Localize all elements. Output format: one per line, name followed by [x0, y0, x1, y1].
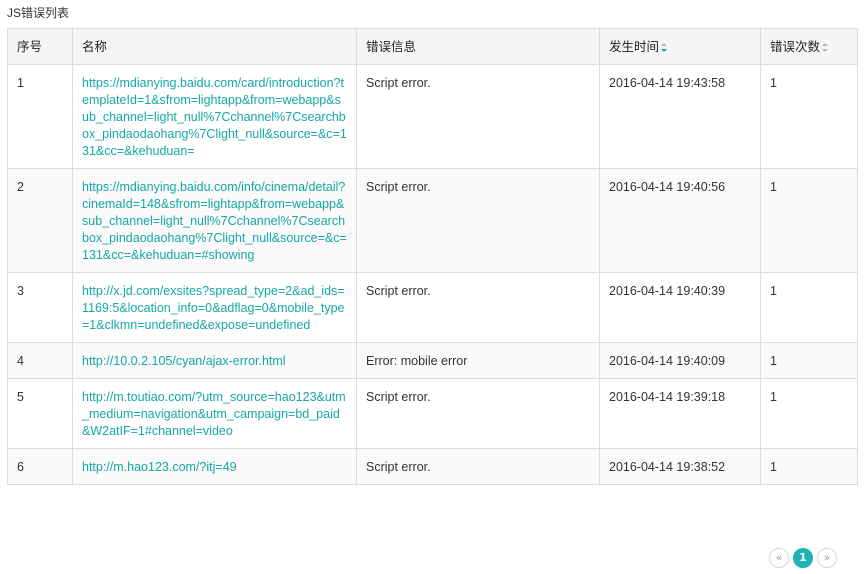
row-message: Script error. — [356, 64, 600, 169]
column-header-name: 名称 — [72, 28, 357, 65]
row-time: 2016-04-14 19:40:56 — [599, 168, 761, 273]
row-index: 4 — [7, 342, 73, 379]
row-count: 1 — [760, 272, 858, 343]
page: JS错误列表 序号 名称 错误信息 发生时间 错误次数 1 https://md… — [0, 0, 866, 574]
error-page-link[interactable]: http://m.toutiao.com/?utm_source=hao123&… — [82, 390, 346, 438]
row-time: 2016-04-14 19:43:58 — [599, 64, 761, 169]
row-message: Error: mobile error — [356, 342, 600, 379]
column-header-index: 序号 — [7, 28, 73, 65]
error-page-link[interactable]: http://m.hao123.com/?itj=49 — [82, 460, 237, 474]
row-message: Script error. — [356, 272, 600, 343]
error-page-link[interactable]: https://mdianying.baidu.com/info/cinema/… — [82, 180, 347, 262]
row-name-cell: http://10.0.2.105/cyan/ajax-error.html — [72, 342, 357, 379]
page-1-button[interactable]: 1 — [793, 548, 813, 568]
table-header-row: 序号 名称 错误信息 发生时间 错误次数 — [7, 28, 858, 65]
error-page-link[interactable]: http://10.0.2.105/cyan/ajax-error.html — [82, 354, 286, 368]
error-page-link[interactable]: http://x.jd.com/exsites?spread_type=2&ad… — [82, 284, 345, 332]
row-time: 2016-04-14 19:40:39 — [599, 272, 761, 343]
row-count: 1 — [760, 378, 858, 449]
prev-page-button[interactable]: « — [769, 548, 789, 568]
table-row: 3 http://x.jd.com/exsites?spread_type=2&… — [7, 272, 858, 343]
row-index: 3 — [7, 272, 73, 343]
row-message: Script error. — [356, 448, 600, 485]
pagination: « 1 » — [769, 548, 837, 568]
row-count: 1 — [760, 448, 858, 485]
sort-icon[interactable] — [661, 43, 668, 53]
table-row: 1 https://mdianying.baidu.com/card/intro… — [7, 64, 858, 169]
column-header-message: 错误信息 — [356, 28, 600, 65]
column-header-count[interactable]: 错误次数 — [760, 28, 858, 65]
row-count: 1 — [760, 64, 858, 169]
js-error-table: 序号 名称 错误信息 发生时间 错误次数 1 https://mdianying… — [7, 28, 858, 485]
row-count: 1 — [760, 168, 858, 273]
error-page-link[interactable]: https://mdianying.baidu.com/card/introdu… — [82, 76, 347, 158]
row-count: 1 — [760, 342, 858, 379]
row-message: Script error. — [356, 168, 600, 273]
sort-icon[interactable] — [822, 43, 829, 53]
row-index: 5 — [7, 378, 73, 449]
row-index: 6 — [7, 448, 73, 485]
row-name-cell: http://x.jd.com/exsites?spread_type=2&ad… — [72, 272, 357, 343]
row-name-cell: https://mdianying.baidu.com/info/cinema/… — [72, 168, 357, 273]
row-message: Script error. — [356, 378, 600, 449]
row-time: 2016-04-14 19:40:09 — [599, 342, 761, 379]
column-header-time[interactable]: 发生时间 — [599, 28, 761, 65]
table-row: 4 http://10.0.2.105/cyan/ajax-error.html… — [7, 342, 858, 379]
next-page-button[interactable]: » — [817, 548, 837, 568]
row-name-cell: https://mdianying.baidu.com/card/introdu… — [72, 64, 357, 169]
table-row: 6 http://m.hao123.com/?itj=49 Script err… — [7, 448, 858, 485]
row-index: 2 — [7, 168, 73, 273]
row-name-cell: http://m.hao123.com/?itj=49 — [72, 448, 357, 485]
section-title: JS错误列表 — [7, 6, 70, 20]
row-index: 1 — [7, 64, 73, 169]
row-time: 2016-04-14 19:39:18 — [599, 378, 761, 449]
table-row: 2 https://mdianying.baidu.com/info/cinem… — [7, 168, 858, 273]
row-time: 2016-04-14 19:38:52 — [599, 448, 761, 485]
row-name-cell: http://m.toutiao.com/?utm_source=hao123&… — [72, 378, 357, 449]
table-row: 5 http://m.toutiao.com/?utm_source=hao12… — [7, 378, 858, 449]
